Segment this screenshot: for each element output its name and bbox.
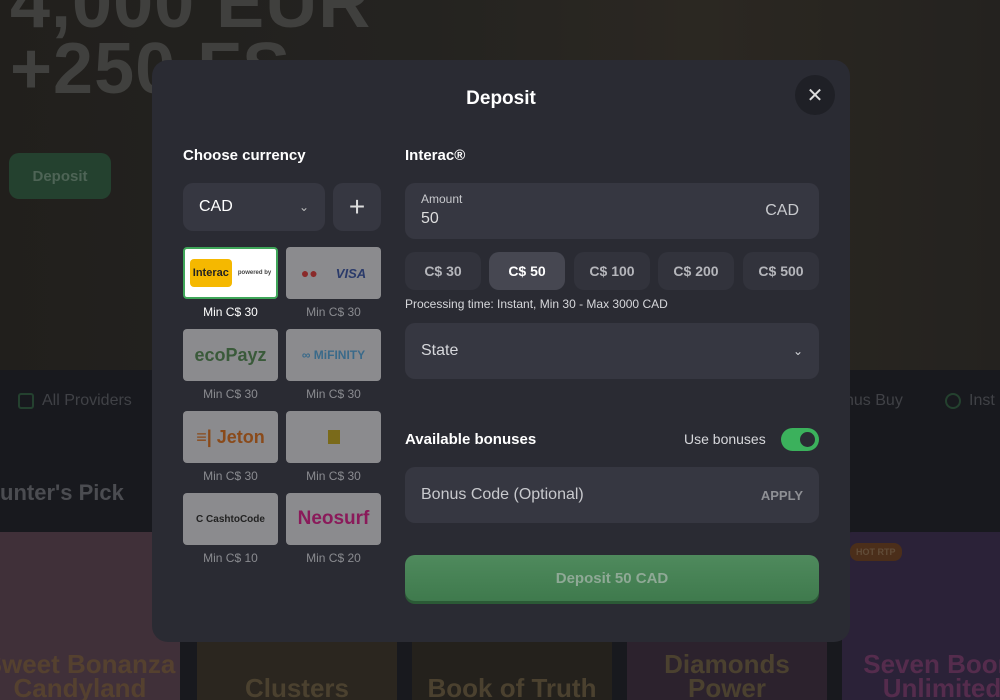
amount-value: 50 <box>421 210 439 227</box>
amount-input[interactable]: Amount 50 CAD <box>405 183 819 239</box>
method-min: Min C$ 30 <box>306 469 361 483</box>
plus-icon: + <box>348 191 366 222</box>
amount-chip[interactable]: C$ 30 <box>405 252 481 290</box>
choose-currency-heading: Choose currency <box>183 147 306 164</box>
deposit-modal: Deposit ✕ Choose currency CAD ⌄ + Interac… <box>152 60 850 642</box>
use-bonuses-label: Use bonuses <box>684 431 766 447</box>
method-min: Min C$ 30 <box>203 387 258 401</box>
method-mifinity[interactable]: ∞ MiFINITY <box>286 329 381 381</box>
apply-button[interactable]: APPLY <box>761 488 803 503</box>
method-cashtocode[interactable]: C CashtoCode <box>183 493 278 545</box>
interac-logo: Interac <box>189 259 232 287</box>
method-jeton-cash[interactable] <box>286 411 381 463</box>
method-ecopayz[interactable]: ecoPayz <box>183 329 278 381</box>
jeton-cash-logo <box>327 430 340 444</box>
method-min: Min C$ 30 <box>203 469 258 483</box>
bonus-code-input[interactable]: Bonus Code (Optional) APPLY <box>405 467 819 523</box>
method-card[interactable]: ●● VISA <box>286 247 381 299</box>
method-min: Min C$ 30 <box>306 387 361 401</box>
method-neosurf[interactable]: Neosurf <box>286 493 381 545</box>
method-jeton[interactable]: ≡| Jeton <box>183 411 278 463</box>
add-currency-button[interactable]: + <box>333 183 381 231</box>
processing-info: Processing time: Instant, Min 30 - Max 3… <box>405 297 668 311</box>
bonuses-heading: Available bonuses <box>405 431 537 448</box>
amount-currency: CAD <box>765 202 799 219</box>
use-bonuses-toggle[interactable] <box>781 428 819 451</box>
method-min: Min C$ 10 <box>203 551 258 565</box>
modal-title: Deposit <box>466 88 536 109</box>
method-min: Min C$ 20 <box>306 551 361 565</box>
method-interac[interactable]: Interac powered by <box>183 247 278 299</box>
deposit-submit-button[interactable]: Deposit 50 CAD <box>405 555 819 601</box>
chevron-down-icon: ⌄ <box>792 344 803 358</box>
close-icon: ✕ <box>806 84 824 107</box>
method-heading: Interac® <box>405 147 466 164</box>
mastercard-logo: ●● <box>300 265 318 281</box>
amount-chip[interactable]: C$ 100 <box>574 252 650 290</box>
amount-chip[interactable]: C$ 500 <box>743 252 819 290</box>
chevron-down-icon: ⌄ <box>298 200 309 214</box>
amount-label: Amount <box>421 192 463 206</box>
close-button[interactable]: ✕ <box>795 75 835 115</box>
state-select[interactable]: State ⌄ <box>405 323 819 379</box>
currency-select[interactable]: CAD ⌄ <box>183 183 325 231</box>
method-min: Min C$ 30 <box>306 305 361 319</box>
amount-chip[interactable]: C$ 200 <box>658 252 734 290</box>
amount-chip[interactable]: C$ 50 <box>489 252 565 290</box>
method-min: Min C$ 30 <box>203 305 258 319</box>
